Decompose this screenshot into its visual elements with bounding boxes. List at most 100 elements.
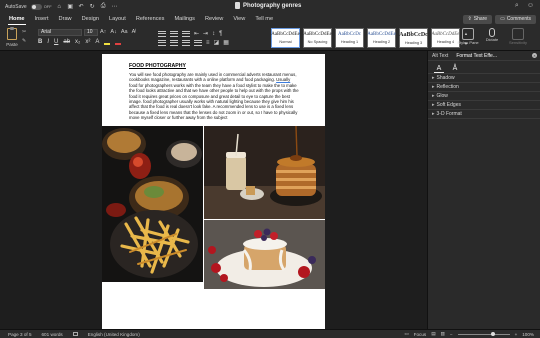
tab-home[interactable]: Home [4, 13, 30, 26]
tab-layout[interactable]: Layout [104, 13, 131, 26]
focus-icon[interactable]: ▭ [404, 331, 408, 337]
borders-icon[interactable]: ▦ [223, 39, 229, 46]
save-icon[interactable]: ▣ [67, 3, 74, 10]
text-effects-icon[interactable]: Å [450, 64, 460, 73]
tab-format-text-effects[interactable]: Format Text Effe... [452, 51, 501, 61]
zoom-out-icon[interactable]: − [450, 332, 453, 337]
section-3d-format[interactable]: ▸ 3-D Format [428, 110, 540, 119]
print-layout-icon[interactable]: ▤ [431, 331, 435, 337]
align-left-icon[interactable] [158, 39, 166, 46]
food-photo-pancakes[interactable] [204, 126, 325, 219]
chevron-right-icon: ▸ [432, 102, 435, 108]
tab-tell-me[interactable]: Tell me [250, 13, 278, 26]
language[interactable]: English (United Kingdom) [88, 332, 140, 337]
home-icon[interactable]: ⌂ [56, 3, 63, 10]
section-glow[interactable]: ▸ Glow [428, 92, 540, 101]
justify-icon[interactable] [194, 39, 202, 46]
subscript-icon[interactable]: x₂ [75, 39, 80, 45]
section-shadow[interactable]: ▸ Shadow [428, 74, 540, 83]
shrink-font-icon[interactable]: A↓ [110, 29, 116, 35]
align-center-icon[interactable] [170, 39, 178, 46]
tab-mailings[interactable]: Mailings [169, 13, 200, 26]
document-canvas[interactable]: FOOD PHOTOGRAPHY You will see food photo… [0, 51, 427, 329]
font-name-select[interactable]: Arial [38, 29, 82, 36]
comments-button[interactable]: ▭ Comments [495, 15, 536, 24]
redo-icon[interactable]: ↻ [89, 3, 96, 10]
share-button[interactable]: ⇪ Share [462, 15, 493, 24]
highlight-icon[interactable] [104, 40, 111, 45]
zoom-level[interactable]: 100% [522, 332, 534, 337]
sort-icon[interactable]: ↕ [212, 31, 215, 37]
word-count[interactable]: 601 words [42, 332, 63, 337]
section-reflection[interactable]: ▸ Reflection [428, 83, 540, 92]
body-text: food for photographers works with the te… [129, 82, 299, 121]
style-preview: AaBbCcDdEe [271, 32, 300, 37]
style-normal[interactable]: AaBbCcDdEe Normal [271, 28, 300, 48]
autosave-toggle[interactable] [30, 3, 42, 10]
style-heading-1[interactable]: AaBbCcDc Heading 1 [335, 28, 364, 48]
tab-view[interactable]: View [228, 13, 250, 26]
comment-icon: ▭ [500, 16, 505, 22]
tab-review[interactable]: Review [200, 13, 228, 26]
increase-indent-icon[interactable]: ⇥ [203, 30, 208, 37]
superscript-icon[interactable]: x² [85, 39, 90, 45]
section-soft-edges[interactable]: ▸ Soft Edges [428, 101, 540, 110]
shading-icon[interactable]: ◪ [214, 39, 220, 46]
search-icon[interactable]: ⌕ [515, 2, 519, 10]
font-size-select[interactable]: 10 [84, 29, 98, 36]
more-icon[interactable]: ⋯ [111, 3, 118, 10]
paste-button[interactable]: Paste [4, 27, 20, 49]
align-right-icon[interactable] [182, 39, 190, 46]
fries-image [102, 126, 203, 282]
proofing-icon[interactable] [72, 332, 78, 336]
tab-draw[interactable]: Draw [54, 13, 77, 26]
document-page[interactable]: FOOD PHOTOGRAPHY You will see food photo… [102, 54, 325, 329]
web-layout-icon[interactable]: ▥ [441, 331, 445, 337]
numbering-icon[interactable] [170, 30, 178, 37]
clear-format-icon[interactable]: A̸ [132, 29, 136, 35]
document-body[interactable]: You will see food photography are mainly… [129, 72, 299, 121]
styles-pane-button[interactable]: Styles Pane [457, 28, 479, 50]
food-photo-berry-pancakes[interactable] [204, 220, 325, 289]
italic-icon[interactable]: I [47, 39, 49, 45]
account-icon[interactable]: ☺ [527, 2, 534, 10]
title-bar: AutoSave OFF ⌂ ▣ ↶ ↻ ⎙ ⋯ Photography gen… [0, 0, 540, 13]
food-photo-fries[interactable] [102, 126, 203, 282]
line-spacing-icon[interactable]: ≡ [206, 40, 210, 46]
bullets-icon[interactable] [158, 30, 166, 37]
tab-insert[interactable]: Insert [30, 13, 54, 26]
tab-references[interactable]: References [131, 13, 170, 26]
close-icon[interactable]: × [532, 53, 537, 58]
text-effects-icon[interactable]: A [95, 39, 99, 45]
cut-icon[interactable]: ✂ [22, 29, 26, 35]
sensitivity-button[interactable]: Sensitivity [505, 28, 531, 50]
multilevel-list-icon[interactable] [182, 30, 190, 37]
dictate-button[interactable]: Dictate [481, 28, 503, 50]
focus-label[interactable]: Focus [414, 332, 427, 337]
decrease-indent-icon[interactable]: ⇤ [194, 30, 199, 37]
underline-icon[interactable]: U [54, 39, 58, 45]
undo-icon[interactable]: ↶ [78, 3, 85, 10]
style-heading-4[interactable]: AaBbCcDdEe Heading 4 [431, 28, 460, 48]
text-fill-icon[interactable]: A [434, 64, 444, 73]
page-count[interactable]: Page 3 of 5 [8, 332, 32, 337]
autosave-state: OFF [43, 4, 52, 9]
print-icon[interactable]: ⎙ [100, 3, 107, 10]
format-painter-icon[interactable]: ✎ [22, 38, 26, 44]
grammar-flagged-word[interactable]: Usually [276, 77, 290, 82]
style-heading-3[interactable]: AaBbCcDc Heading 3 [399, 28, 428, 48]
strikethrough-icon[interactable]: ab [63, 39, 70, 45]
tab-design[interactable]: Design [77, 13, 104, 26]
tab-alt-text[interactable]: Alt Text [428, 51, 452, 61]
style-no-spacing[interactable]: AaBbCcDdEe No Spacing [303, 28, 332, 48]
show-marks-icon[interactable]: ¶ [219, 31, 222, 37]
ribbon: Paste ✂ ✎ Arial 10 A↑ A↓ Aa A̸ B I U ab … [0, 26, 540, 51]
style-heading-2[interactable]: AaBbCcDdEe Heading 2 [367, 28, 396, 48]
change-case-icon[interactable]: Aa [121, 29, 128, 35]
grow-font-icon[interactable]: A↑ [100, 29, 106, 35]
chevron-right-icon: ▸ [432, 75, 435, 81]
bold-icon[interactable]: B [38, 39, 42, 45]
font-color-icon[interactable] [115, 40, 122, 45]
zoom-in-icon[interactable]: + [515, 332, 518, 337]
zoom-slider[interactable] [457, 331, 510, 336]
